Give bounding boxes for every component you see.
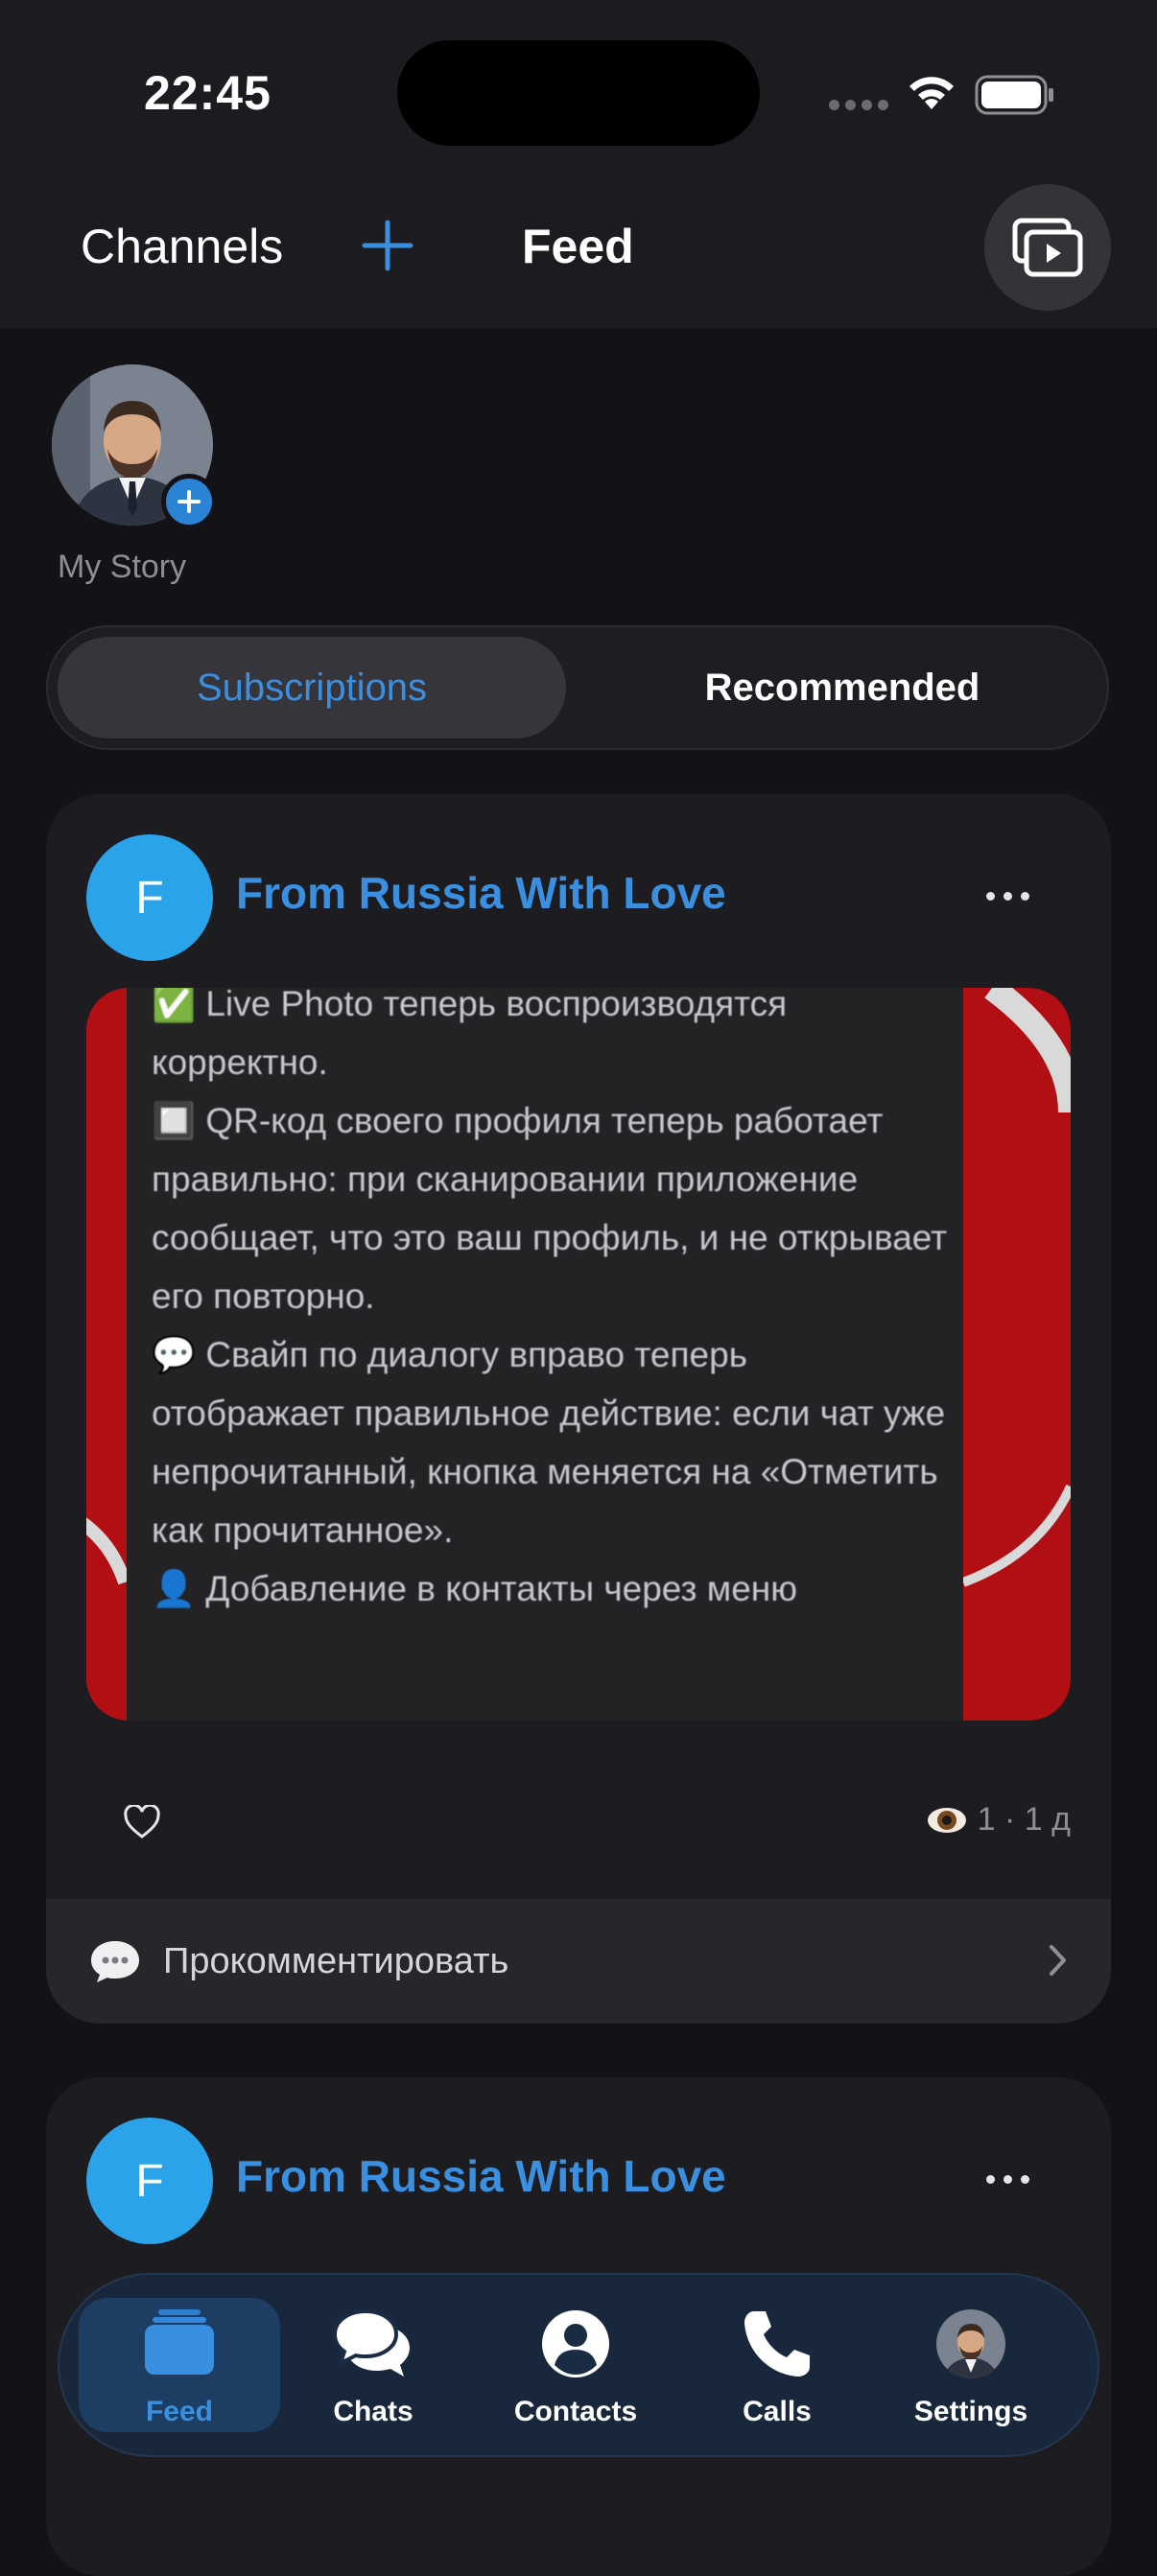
calls-icon xyxy=(744,2311,810,2377)
channel-avatar[interactable]: F xyxy=(86,834,213,961)
tab-contacts[interactable]: Contacts xyxy=(480,2275,672,2455)
post-stats: 1 · 1 д xyxy=(926,1801,1071,1838)
chats-icon xyxy=(333,2308,410,2377)
channel-name[interactable]: From Russia With Love xyxy=(236,867,726,919)
channel-avatar[interactable]: F xyxy=(86,2118,213,2244)
tab-label: Contacts xyxy=(513,2396,638,2427)
like-heart-icon[interactable] xyxy=(123,1805,161,1839)
tab-feed[interactable]: Feed xyxy=(83,2275,275,2455)
add-story-button[interactable] xyxy=(161,474,217,529)
add-channel-plus-icon[interactable] xyxy=(361,219,414,272)
tab-label: Calls xyxy=(743,2396,812,2427)
segment-recommended[interactable]: Recommended xyxy=(585,637,1099,738)
comment-label: Прокомментировать xyxy=(163,1940,509,1981)
cellular-signal-icon xyxy=(829,100,888,110)
my-story-label: My Story xyxy=(58,549,187,585)
tab-label: Chats xyxy=(333,2396,413,2427)
settings-avatar-icon xyxy=(936,2309,1005,2378)
feed-segmented-control: Subscriptions Recommended xyxy=(46,625,1109,750)
battery-icon xyxy=(975,75,1053,115)
bottom-tab-bar: Feed Chats Contacts Calls Settings xyxy=(58,2273,1099,2457)
segment-subscriptions[interactable]: Subscriptions xyxy=(58,637,566,738)
tab-label: Settings xyxy=(913,2396,1028,2427)
post-card: F From Russia With Love ✅ Live Photo теп… xyxy=(46,794,1111,2024)
more-options-button[interactable] xyxy=(977,882,1039,910)
tab-settings[interactable]: Settings xyxy=(875,2275,1067,2455)
channels-title[interactable]: Channels xyxy=(81,219,283,274)
status-time: 22:45 xyxy=(144,66,272,120)
speech-bubble-icon xyxy=(91,1941,139,1982)
feed-title[interactable]: Feed xyxy=(522,219,634,274)
contacts-icon xyxy=(542,2310,609,2377)
media-stories-button[interactable] xyxy=(984,184,1111,311)
eye-emoji-icon xyxy=(927,1807,966,1833)
dynamic-island xyxy=(397,40,760,146)
tab-calls[interactable]: Calls xyxy=(681,2275,873,2455)
decorative-arc xyxy=(963,988,1071,1587)
channel-name[interactable]: From Russia With Love xyxy=(236,2150,726,2202)
chevron-right-icon xyxy=(1050,1945,1066,1976)
tab-label: Feed xyxy=(145,2396,214,2427)
wifi-icon xyxy=(909,77,954,109)
comment-bar[interactable]: Прокомментировать xyxy=(46,1899,1111,2024)
video-gallery-icon xyxy=(1012,218,1083,277)
tab-chats[interactable]: Chats xyxy=(277,2275,469,2455)
feed-icon xyxy=(145,2309,214,2375)
decorative-arc xyxy=(86,1517,127,1585)
more-options-button[interactable] xyxy=(977,2166,1039,2193)
top-bar: 22:45 Channels Feed xyxy=(0,0,1157,328)
views-and-age: 1 · 1 д xyxy=(977,1801,1071,1838)
post-text: ✅ Live Photo теперь воспроизводятся корр… xyxy=(152,988,948,1608)
plus-icon xyxy=(177,490,201,513)
post-media-image[interactable]: ✅ Live Photo теперь воспроизводятся корр… xyxy=(86,988,1071,1721)
